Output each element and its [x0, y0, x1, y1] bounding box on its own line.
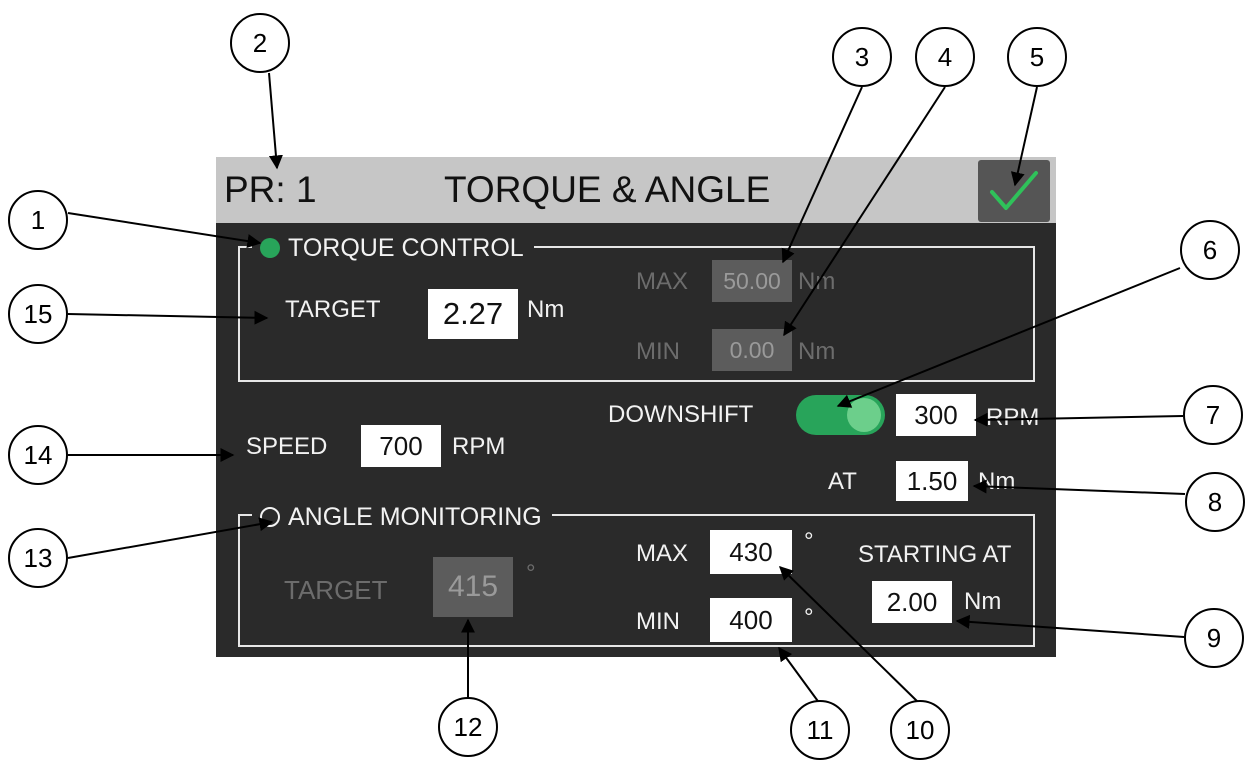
torque-max-input[interactable]: 50.00	[712, 260, 792, 302]
radio-unselected-icon[interactable]	[260, 507, 280, 527]
downshift-at-label: AT	[828, 468, 857, 495]
callout-number: 7	[1205, 399, 1221, 430]
torque-target-label: TARGET	[285, 296, 381, 323]
torque-control-header[interactable]: TORQUE CONTROL	[252, 233, 534, 263]
angle-target-label: TARGET	[284, 575, 388, 605]
torque-target-unit: Nm	[527, 296, 565, 323]
callout-1: 1	[8, 190, 68, 250]
callout-number: 8	[1207, 486, 1223, 517]
toggle-knob	[847, 398, 881, 432]
starting-at-input[interactable]: 2.00	[872, 581, 952, 623]
callout-14: 14	[8, 425, 68, 485]
angle-max-input[interactable]: 430	[710, 530, 792, 574]
callout-number: 6	[1202, 234, 1218, 265]
downshift-label: DOWNSHIFT	[608, 401, 754, 428]
callout-12: 12	[438, 697, 498, 757]
callout-11: 11	[790, 700, 850, 760]
starting-at-unit: Nm	[964, 588, 1002, 615]
angle-target-input[interactable]: 415	[433, 557, 513, 617]
callout-number: 1	[30, 204, 46, 235]
program-number-label: PR: 1	[224, 169, 317, 210]
callout-13: 13	[8, 528, 68, 588]
starting-at-label: STARTING AT	[858, 541, 1012, 568]
callout-8: 8	[1185, 472, 1245, 532]
confirm-button[interactable]	[978, 160, 1050, 222]
mode-title: TORQUE & ANGLE	[444, 169, 771, 210]
callout-3: 3	[832, 27, 892, 87]
angle-max-label: MAX	[636, 540, 689, 567]
callout-number: 4	[937, 41, 953, 72]
torque-target-input[interactable]: 2.27	[428, 289, 518, 339]
downshift-speed-input[interactable]: 300	[896, 394, 976, 436]
program-settings-panel: PR: 1 TORQUE & ANGLE TORQUE CONTROL TARG…	[216, 157, 1056, 657]
downshift-toggle[interactable]	[796, 395, 885, 435]
callout-15: 15	[8, 284, 68, 344]
title-bar: PR: 1 TORQUE & ANGLE	[216, 157, 1056, 223]
angle-max-unit: °	[804, 528, 814, 555]
torque-max-unit: Nm	[798, 268, 836, 295]
callout-2: 2	[230, 13, 290, 73]
callout-number: 15	[23, 298, 53, 329]
downshift-at-unit: Nm	[978, 468, 1016, 495]
leader-2	[268, 72, 283, 170]
callout-10: 10	[890, 700, 950, 760]
callout-number: 3	[854, 41, 870, 72]
callout-5: 5	[1007, 27, 1067, 87]
callout-number: 11	[806, 714, 834, 745]
callout-number: 2	[252, 27, 268, 58]
angle-monitoring-label: ANGLE MONITORING	[288, 503, 542, 531]
callout-number: 14	[23, 439, 53, 470]
speed-input[interactable]: 700	[361, 425, 441, 467]
callout-4: 4	[915, 27, 975, 87]
angle-min-input[interactable]: 400	[710, 598, 792, 642]
speed-unit: RPM	[452, 433, 506, 460]
callout-6: 6	[1180, 220, 1240, 280]
downshift-at-input[interactable]: 1.50	[896, 461, 968, 501]
angle-monitoring-header[interactable]: ANGLE MONITORING	[252, 502, 552, 532]
torque-min-input[interactable]: 0.00	[712, 329, 792, 371]
callout-number: 13	[23, 542, 53, 573]
speed-label: SPEED	[246, 433, 328, 460]
callout-number: 10	[905, 714, 935, 745]
angle-min-label: MIN	[636, 608, 680, 635]
downshift-speed-unit: RPM	[986, 404, 1040, 431]
callout-7: 7	[1183, 385, 1243, 445]
callout-number: 12	[453, 711, 483, 742]
checkmark-icon	[990, 171, 1038, 210]
torque-min-label: MIN	[636, 338, 680, 365]
angle-min-unit: °	[804, 604, 814, 631]
callout-number: 9	[1206, 622, 1222, 653]
torque-max-label: MAX	[636, 268, 689, 295]
angle-target-unit: °	[526, 560, 536, 587]
torque-min-unit: Nm	[798, 338, 836, 365]
callout-9: 9	[1184, 608, 1244, 668]
radio-selected-icon[interactable]	[260, 238, 280, 258]
callout-number: 5	[1029, 41, 1045, 72]
torque-control-label: TORQUE CONTROL	[288, 234, 524, 262]
